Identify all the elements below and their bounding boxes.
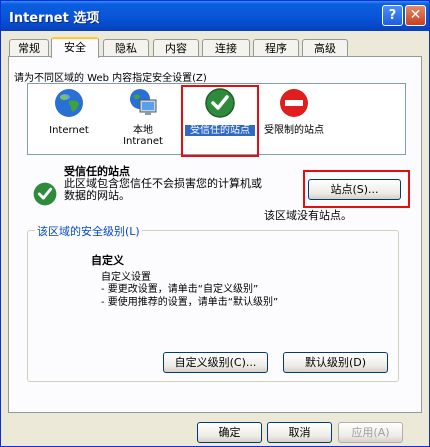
zone-prompt: 请为不同区域的 Web 内容指定安全设置(Z) [14,73,207,84]
window-title: Internet 选项 [9,11,100,26]
zone-internet-label: Internet [49,125,89,136]
selected-zone-description: 此区域包含您信任不会损害您的计算机或数据的网站。 [64,177,262,202]
globe-icon [55,89,83,117]
default-level-button[interactable]: 默认级别(D) [283,352,388,373]
tab-connections[interactable]: 连接 [202,39,250,57]
annotation-highlight-sites [303,170,410,208]
tab-content[interactable]: 内容 [153,39,199,57]
tab-advanced[interactable]: 高级 [302,39,348,57]
zone-restricted-sites[interactable]: 受限制的站点 [259,85,329,136]
annotation-highlight-trusted [181,85,259,157]
restricted-no-icon [280,89,308,117]
trusted-check-small-icon [33,182,57,206]
no-sites-text: 该区域没有站点。 [264,209,352,222]
level-title: 自定义 [91,254,124,267]
intranet-monitor-icon [130,89,157,115]
zone-internet[interactable]: Internet [34,85,104,136]
tab-programs[interactable]: 程序 [253,39,299,57]
tab-privacy[interactable]: 隐私 [103,39,149,57]
zone-restricted-sites-label: 受限制的站点 [264,125,324,136]
security-level-legend: 该区域的安全级别(L) [35,223,142,239]
cancel-button[interactable]: 取消 [267,422,332,443]
internet-options-window: Internet 选项 ? ✕ 常规 安全 隐私 内容 连接 程序 高级 请为不… [0,0,430,447]
ok-button[interactable]: 确定 [197,422,262,443]
level-line-3: - 要使用推荐的设置，请单击“默认级别” [101,297,279,308]
tab-general[interactable]: 常规 [9,39,49,57]
apply-button[interactable]: 应用(A) [338,422,403,443]
close-button[interactable]: ✕ [405,5,426,26]
zone-local-intranet-label: 本地 Intranet [123,125,163,147]
title-bar[interactable]: Internet 选项 ? ✕ [1,1,429,31]
help-button[interactable]: ? [382,5,403,26]
tab-security[interactable]: 安全 [51,37,99,58]
zone-local-intranet[interactable]: 本地 Intranet [108,85,178,147]
custom-level-button[interactable]: 自定义级别(C)... [163,352,268,373]
